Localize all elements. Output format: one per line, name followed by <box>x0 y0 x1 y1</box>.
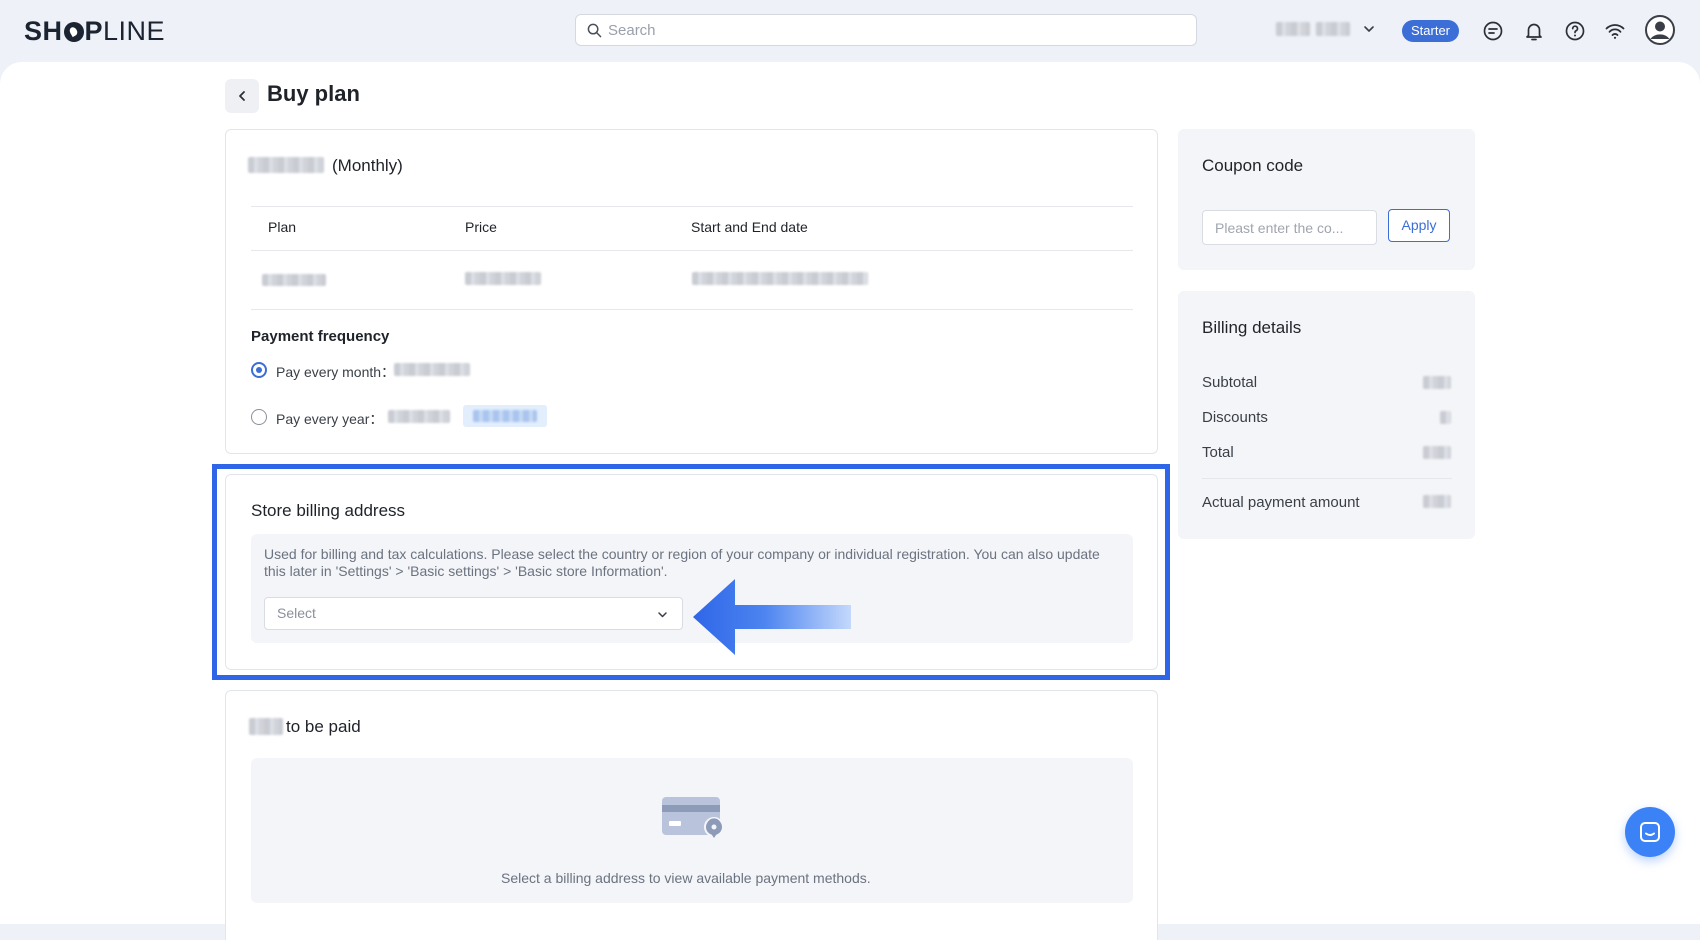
table-header-divider <box>251 250 1133 251</box>
yearly-discount-badge <box>463 405 547 427</box>
search-placeholder: Search <box>608 22 656 39</box>
column-header-dates: Start and End date <box>691 219 808 235</box>
subtotal-label: Subtotal <box>1202 374 1258 391</box>
radio-pay-yearly[interactable] <box>251 409 267 425</box>
logo-text-right: LINE <box>103 16 166 46</box>
billing-details-divider <box>1202 478 1452 479</box>
total-value-redacted <box>1423 446 1451 459</box>
amount-redacted <box>249 718 283 735</box>
option-yearly-label[interactable]: Pay every year： <box>276 409 383 429</box>
back-button[interactable] <box>225 79 259 113</box>
logo-text-left: SH <box>24 16 63 46</box>
store-switcher[interactable] <box>1276 20 1354 38</box>
help-icon[interactable] <box>1563 19 1587 43</box>
actual-payment-label: Actual payment amount <box>1202 494 1360 511</box>
price-cell-redacted <box>465 272 541 285</box>
option-monthly-label[interactable]: Pay every month： <box>276 362 395 382</box>
store-name-redacted-2 <box>1316 22 1350 36</box>
plan-name-redacted <box>248 157 324 173</box>
coupon-title: Coupon code <box>1202 156 1304 175</box>
column-header-plan: Plan <box>268 219 297 235</box>
page-title: Buy plan <box>267 81 360 106</box>
table-bottom-divider <box>251 309 1133 310</box>
top-bar: SH PLINE Search Starter <box>0 0 1700 62</box>
chat-window-icon <box>1640 822 1660 842</box>
logo-o-mark <box>63 22 84 42</box>
payment-card-title: to be paid <box>286 717 361 736</box>
column-header-price: Price <box>465 219 497 235</box>
chat-bubble-icon[interactable] <box>1481 19 1505 43</box>
chevron-down-icon[interactable] <box>1362 22 1376 36</box>
plan-cell-redacted <box>262 274 326 286</box>
shopline-logo[interactable]: SH PLINE <box>24 16 165 47</box>
coupon-card <box>1178 129 1475 270</box>
plan-card-title: (Monthly) <box>332 156 403 175</box>
logo-text-mid: P <box>84 16 104 46</box>
coupon-placeholder: Pleast enter the co... <box>1215 220 1344 236</box>
payment-frequency-label: Payment frequency <box>251 328 390 345</box>
wifi-icon[interactable] <box>1603 19 1627 43</box>
user-avatar-icon[interactable] <box>1645 15 1675 45</box>
total-label: Total <box>1202 444 1234 461</box>
monthly-price-redacted <box>394 363 470 376</box>
plan-badge[interactable]: Starter <box>1402 20 1460 42</box>
chevron-left-icon <box>239 91 245 101</box>
subtotal-value-redacted <box>1423 376 1451 389</box>
highlight-frame <box>212 464 1170 680</box>
dates-cell-redacted <box>692 272 868 285</box>
table-top-divider <box>251 206 1133 207</box>
search-input[interactable]: Search <box>575 14 1197 46</box>
payment-methods-empty-message: Select a billing address to view availab… <box>501 870 871 886</box>
discounts-label: Discounts <box>1202 409 1268 426</box>
search-icon <box>587 23 602 38</box>
billing-details-title: Billing details <box>1202 318 1302 337</box>
yearly-price-redacted <box>388 410 450 423</box>
plan-card <box>225 129 1158 454</box>
store-name-redacted <box>1276 22 1310 36</box>
radio-pay-monthly[interactable] <box>251 362 267 378</box>
apply-coupon-button[interactable]: Apply <box>1388 209 1450 242</box>
credit-card-location-icon <box>662 797 724 838</box>
support-chat-button[interactable] <box>1625 807 1675 857</box>
discounts-value-redacted <box>1440 411 1451 424</box>
actual-payment-value-redacted <box>1423 495 1451 508</box>
bell-icon[interactable] <box>1522 19 1546 43</box>
coupon-code-input[interactable]: Pleast enter the co... <box>1202 210 1377 245</box>
